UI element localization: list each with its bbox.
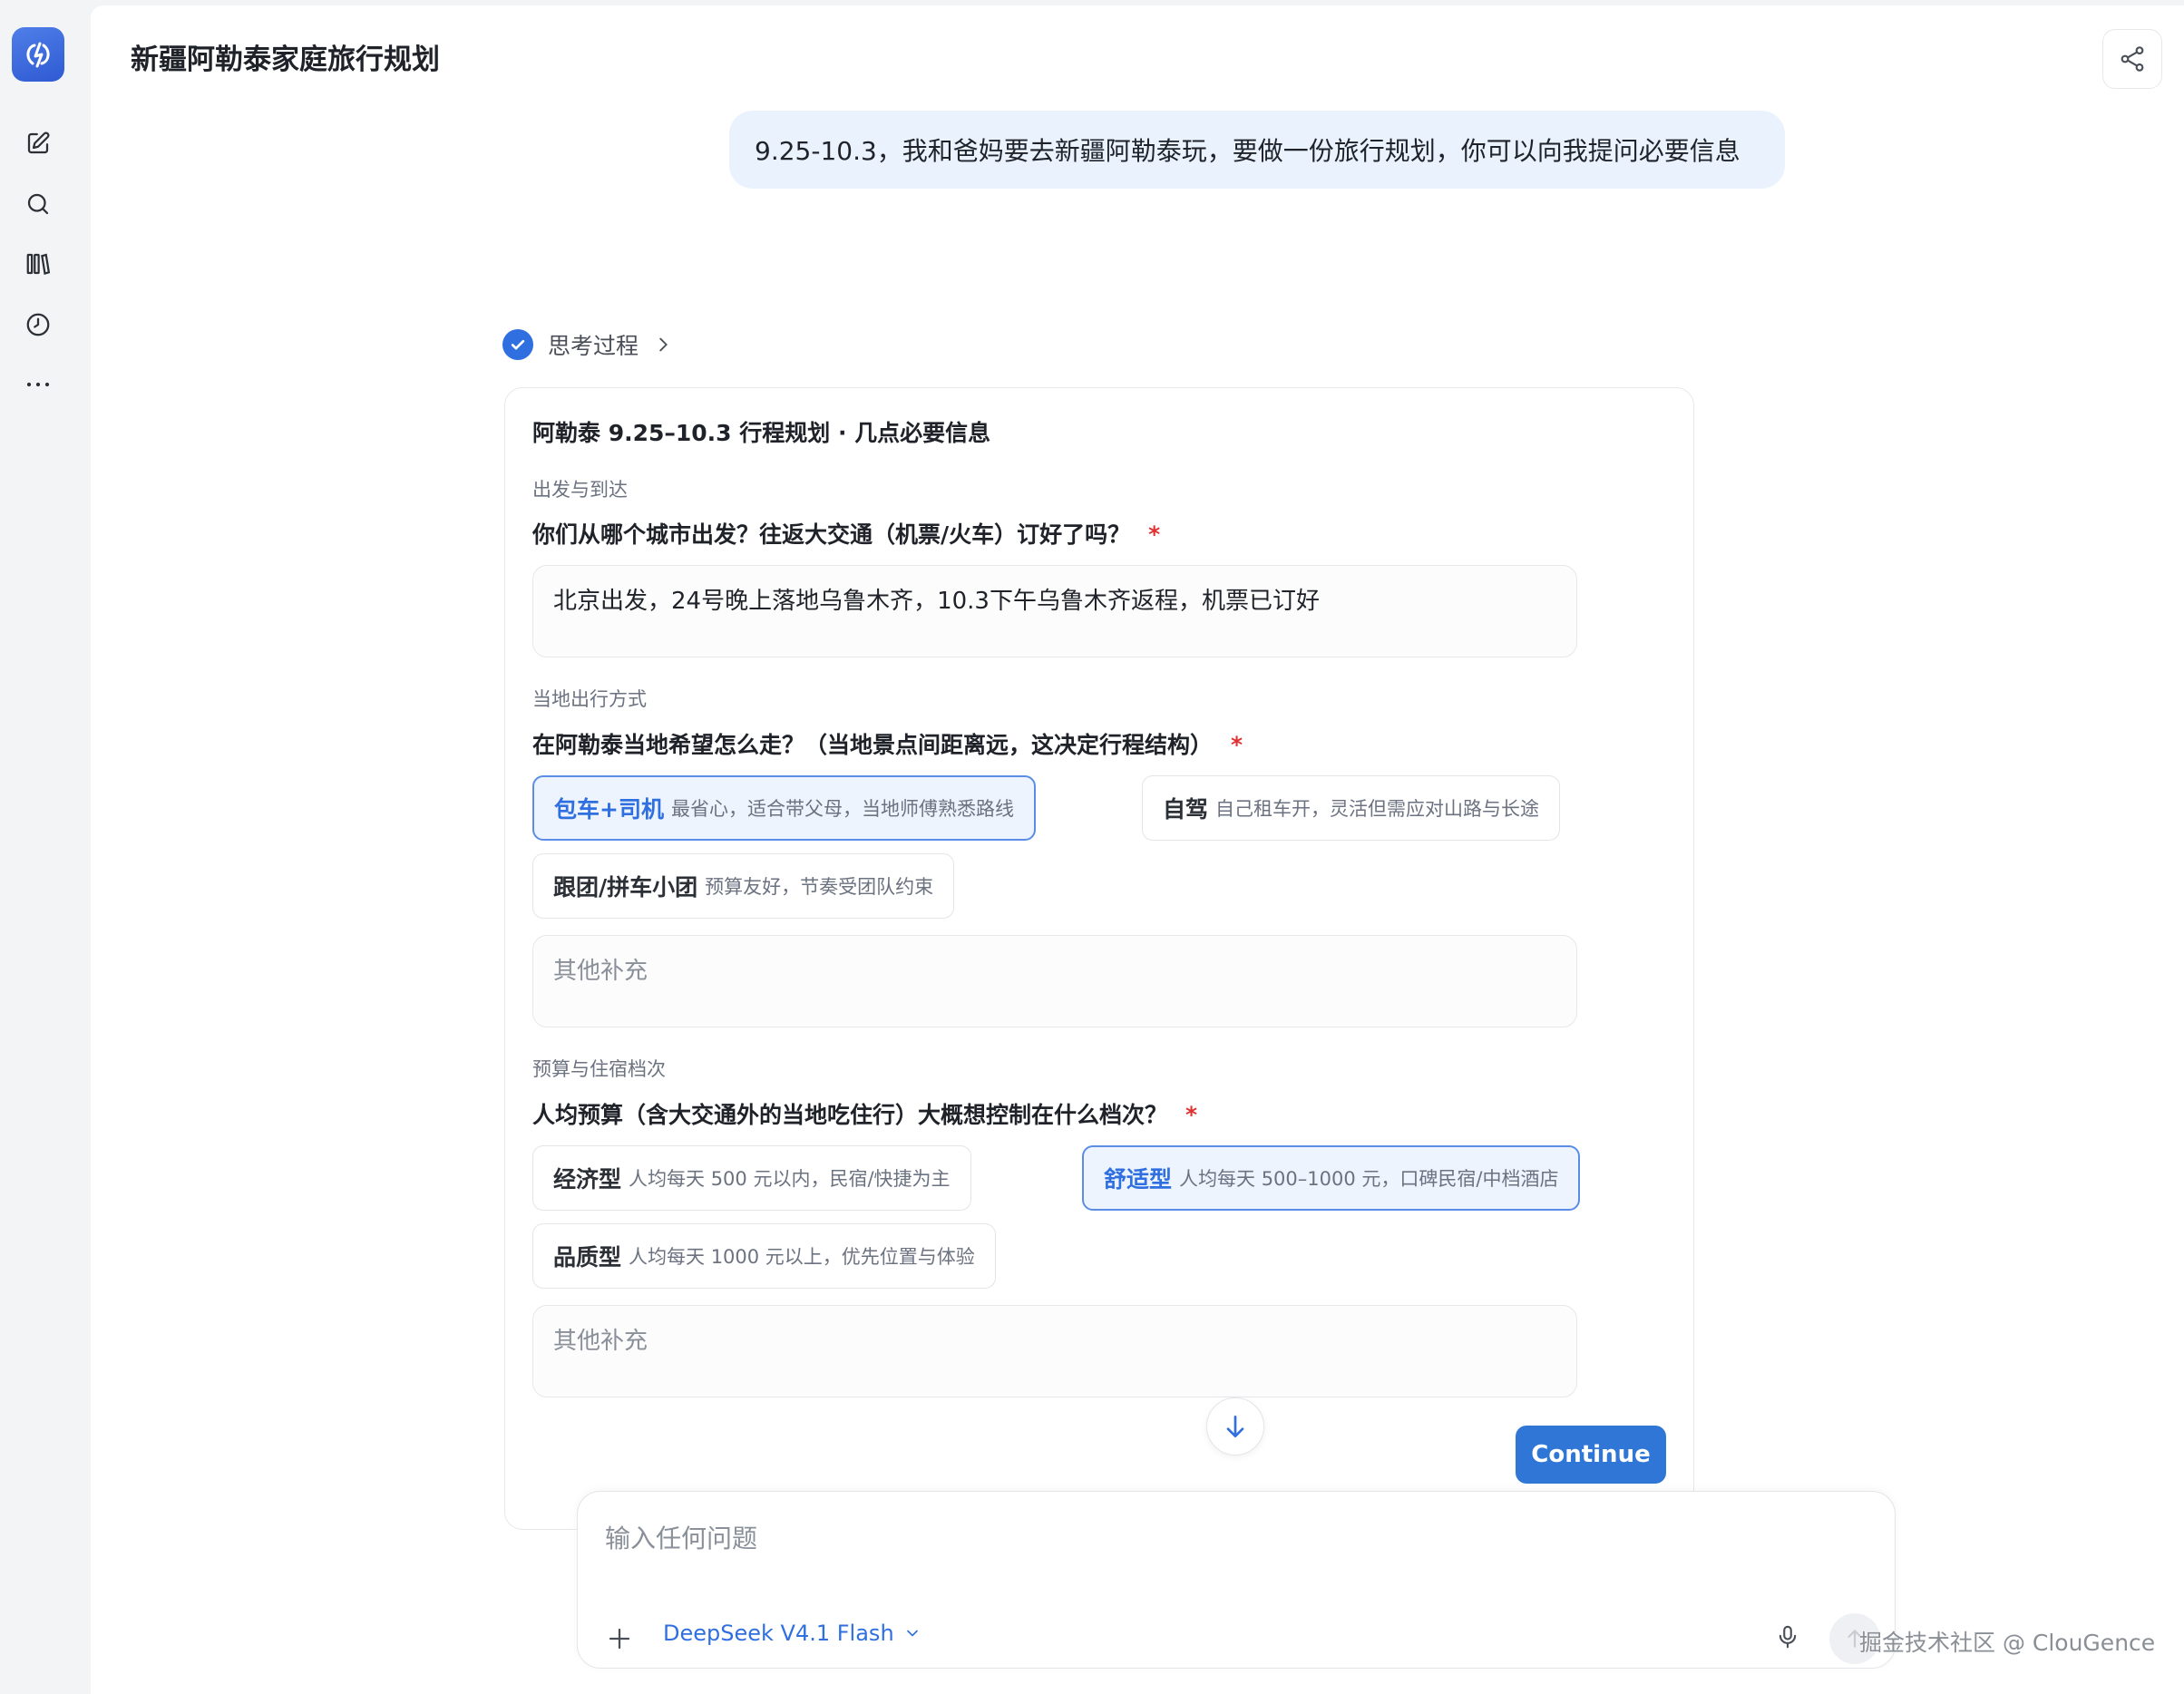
- model-selector[interactable]: DeepSeek V4.1 Flash: [663, 1621, 921, 1646]
- option-desc: 人均每天 1000 元以上，优先位置与体验: [629, 1246, 975, 1268]
- option-title: 跟团/拼车小团: [553, 874, 698, 901]
- option-title: 品质型: [553, 1244, 622, 1270]
- thinking-label: 思考过程: [548, 333, 639, 359]
- new-chat-button[interactable]: [18, 123, 58, 163]
- question-text: 在阿勒泰当地希望怎么走？（当地景点间距离远，这决定行程结构）: [532, 732, 1214, 758]
- share-button[interactable]: [2102, 29, 2162, 89]
- library-icon: [26, 253, 51, 276]
- chevron-down-icon: [906, 1630, 918, 1637]
- history-button[interactable]: [18, 305, 58, 345]
- model-name: DeepSeek V4.1 Flash: [663, 1621, 894, 1646]
- scroll-down-button[interactable]: [1206, 1397, 1264, 1455]
- history-icon: [26, 313, 50, 336]
- question-form-card: 阿勒泰 9.25–10.3 行程规划 · 几点必要信息 出发与到达 你们从哪个城…: [504, 387, 1694, 1530]
- watermark: 掘金技术社区 @ ClouGence: [1859, 1630, 2156, 1656]
- required-mark: *: [1231, 732, 1243, 758]
- check-icon: [502, 329, 533, 360]
- search-button[interactable]: [18, 184, 58, 224]
- plus-icon: [609, 1628, 630, 1650]
- chevron-right-icon: [659, 337, 668, 352]
- section-label: 当地出行方式: [532, 688, 647, 710]
- option-chartered-car[interactable]: 包车+司机 最省心，适合带父母，当地师傅熟悉路线: [532, 775, 1036, 841]
- app-logo[interactable]: [12, 27, 64, 82]
- user-message-bubble: 9.25-10.3，我和爸妈要去新疆阿勒泰玩，要做一份旅行规划，你可以向我提问必…: [729, 111, 1785, 189]
- library-button[interactable]: [18, 244, 58, 284]
- option-budget-economy[interactable]: 经济型 人均每天 500 元以内，民宿/快捷为主: [532, 1145, 971, 1211]
- question-text: 人均预算（含大交通外的当地吃住行）大概想控制在什么档次？: [532, 1102, 1168, 1128]
- search-icon: [27, 193, 49, 215]
- option-title: 经济型: [553, 1166, 622, 1193]
- question-text: 你们从哪个城市出发？往返大交通（机票/火车）订好了吗？: [532, 521, 1131, 548]
- continue-button[interactable]: Continue: [1516, 1426, 1666, 1484]
- voice-input-button[interactable]: [1768, 1617, 1808, 1657]
- option-desc: 人均每天 500–1000 元，口碑民宿/中档酒店: [1179, 1168, 1559, 1190]
- option-title: 自驾: [1163, 796, 1209, 823]
- form-title: 阿勒泰 9.25–10.3 行程规划 · 几点必要信息: [532, 420, 991, 446]
- transport-other-input[interactable]: 其他补充: [532, 935, 1577, 1027]
- option-title: 包车+司机: [554, 796, 664, 823]
- option-title: 舒适型: [1104, 1166, 1173, 1193]
- page-title: 新疆阿勒泰家庭旅行规划: [131, 44, 440, 76]
- question-label: 你们从哪个城市出发？往返大交通（机票/火车）订好了吗？ *: [532, 517, 1160, 550]
- required-mark: *: [1185, 1102, 1198, 1128]
- option-desc: 最省心，适合带父母，当地师傅熟悉路线: [670, 798, 1014, 820]
- required-mark: *: [1148, 521, 1161, 548]
- message-composer: 输入任何问题 DeepSeek V4.1 Flash: [577, 1491, 1896, 1669]
- option-budget-comfort[interactable]: 舒适型 人均每天 500–1000 元，口碑民宿/中档酒店: [1082, 1145, 1581, 1211]
- question-label: 人均预算（含大交通外的当地吃住行）大概想控制在什么档次？ *: [532, 1097, 1197, 1130]
- option-desc: 预算友好，节奏受团队约束: [705, 876, 934, 898]
- main-panel: 新疆阿勒泰家庭旅行规划 9.25-10.3，我和爸妈要去新疆阿勒泰玩，要做一份旅…: [91, 5, 2184, 1694]
- microphone-icon: [1779, 1625, 1797, 1649]
- attach-button[interactable]: [600, 1619, 639, 1659]
- option-desc: 自己租车开，灵活但需应对山路与长途: [1215, 798, 1540, 820]
- section-label: 预算与住宿档次: [532, 1058, 666, 1080]
- thinking-toggle[interactable]: 思考过程: [502, 328, 673, 361]
- budget-other-input[interactable]: 其他补充: [532, 1305, 1577, 1397]
- share-icon: [2121, 46, 2144, 72]
- arrow-down-icon: [1226, 1416, 1244, 1437]
- option-self-drive[interactable]: 自驾 自己租车开，灵活但需应对山路与长途: [1142, 775, 1561, 841]
- more-icon: [26, 382, 50, 387]
- option-desc: 人均每天 500 元以内，民宿/快捷为主: [629, 1168, 951, 1190]
- option-group-tour[interactable]: 跟团/拼车小团 预算友好，节奏受团队约束: [532, 853, 955, 919]
- sidebar: [0, 0, 91, 1694]
- option-budget-premium[interactable]: 品质型 人均每天 1000 元以上，优先位置与体验: [532, 1223, 996, 1289]
- question-label: 在阿勒泰当地希望怎么走？（当地景点间距离远，这决定行程结构） *: [532, 727, 1243, 760]
- departure-answer-input[interactable]: 北京出发，24号晚上落地乌鲁木齐，10.3下午乌鲁木齐返程，机票已订好: [532, 565, 1577, 657]
- more-button[interactable]: [18, 365, 58, 404]
- edit-icon: [27, 131, 50, 154]
- section-label: 出发与到达: [532, 479, 628, 501]
- message-input[interactable]: 输入任何问题: [605, 1519, 757, 1555]
